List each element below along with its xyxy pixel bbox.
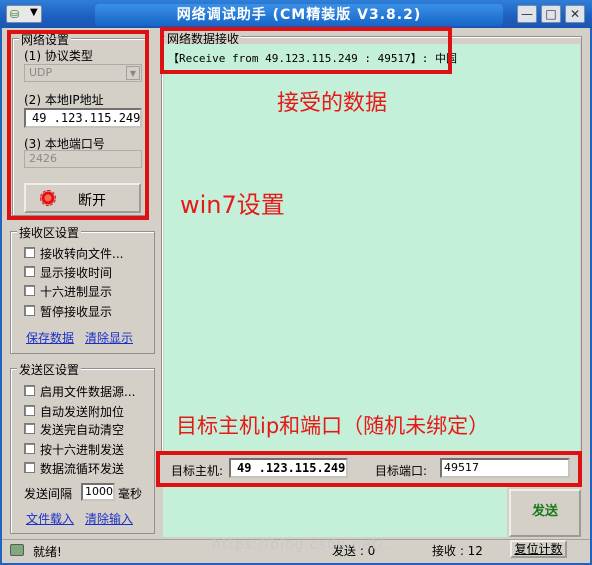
recv-to-file-label: 接收转向文件... (40, 247, 124, 261)
hex-display-checkbox[interactable] (24, 285, 35, 296)
send-button[interactable]: 发送 (509, 489, 581, 537)
send-interval-input[interactable]: 1000 (81, 483, 115, 501)
network-app-icon: ⛁ (10, 8, 20, 21)
reset-count-button[interactable]: 复位计数 (510, 540, 567, 558)
save-data-link[interactable]: 保存数据 (26, 329, 74, 346)
target-annotation: 目标主机ip和端口（随机未绑定） (176, 414, 490, 438)
maximize-button[interactable]: □ (541, 5, 561, 23)
send-settings-title: 发送区设置 (17, 361, 82, 378)
clear-input-link[interactable]: 清除输入 (85, 510, 133, 527)
show-recv-time-checkbox[interactable] (24, 266, 35, 277)
pause-recv-checkbox[interactable] (24, 305, 35, 316)
file-source-label: 启用文件数据源... (40, 385, 136, 399)
clear-display-link[interactable]: 清除显示 (85, 329, 133, 346)
recv-to-file-checkbox[interactable] (24, 247, 35, 258)
send-textarea[interactable] (163, 487, 507, 537)
show-recv-time-label: 显示接收时间 (40, 266, 113, 280)
hex-send-label: 按十六进制发送 (40, 443, 125, 457)
auto-append-checkbox[interactable] (24, 405, 35, 416)
win7-settings-highlight (7, 30, 149, 220)
hex-display-label: 十六进制显示 (40, 285, 113, 299)
pause-recv-label: 暂停接收显示 (40, 305, 113, 319)
close-button[interactable]: ✕ (565, 5, 585, 23)
received-data-highlight (160, 27, 452, 74)
loop-send-label: 数据流循环发送 (40, 462, 125, 476)
win7-annotation: win7设置 (180, 191, 285, 219)
auto-clear-checkbox[interactable] (24, 423, 35, 434)
status-text: 就绪! (33, 545, 62, 559)
received-data-annotation: 接受的数据 (277, 91, 388, 116)
auto-clear-label: 发送完自动清空 (40, 423, 125, 437)
window-title: 网络调试助手 (CM精装版 V3.8.2) (95, 4, 503, 26)
system-menu-button[interactable]: ⛁ ▼ (6, 5, 42, 23)
load-file-link[interactable]: 文件载入 (26, 510, 74, 527)
send-interval-unit: 毫秒 (118, 487, 143, 501)
target-highlight (156, 451, 582, 487)
chevron-down-icon: ▼ (30, 7, 38, 18)
loop-send-checkbox[interactable] (24, 462, 35, 473)
hex-send-checkbox[interactable] (24, 443, 35, 454)
minimize-button[interactable]: — (517, 5, 537, 23)
receive-settings-title: 接收区设置 (17, 224, 82, 241)
auto-append-label: 自动发送附加位 (40, 405, 125, 419)
watermark: https://blog.csdn.net/... (212, 537, 401, 553)
recv-count: 接收 : 12 (432, 544, 483, 558)
status-app-icon (10, 544, 24, 556)
send-interval-label: 发送间隔 (24, 487, 73, 501)
file-source-checkbox[interactable] (24, 385, 35, 396)
